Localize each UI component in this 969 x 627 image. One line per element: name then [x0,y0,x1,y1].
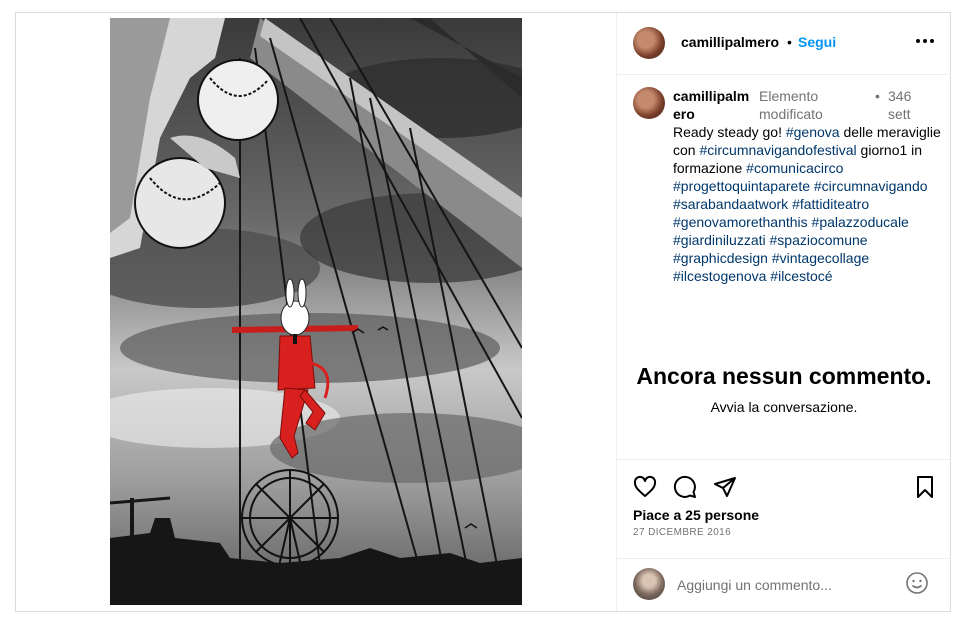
instagram-post: camillipalmero • Segui camillipalmero El… [15,12,951,612]
caption-avatar[interactable] [633,87,665,119]
post-photo[interactable] [110,18,522,605]
caption-age[interactable]: 346 sett [888,87,928,123]
add-comment-bar [617,558,951,612]
author-username[interactable]: camillipalmero [681,34,779,50]
hashtag-link[interactable]: #progettoquintaparete [673,178,810,194]
post-side-panel: camillipalmero • Segui camillipalmero El… [617,13,951,611]
hashtag-link[interactable]: #circumnavigandofestival [699,142,856,158]
hashtag-link[interactable]: #genovamorethanthis [673,214,808,230]
more-options-icon[interactable] [914,31,936,51]
post-header: camillipalmero • Segui [617,13,951,75]
likes-count[interactable]: Piace a 25 persone [633,507,759,523]
hashtag-link[interactable]: #palazzoducale [812,214,909,230]
hashtag-link[interactable]: #genova [786,124,840,140]
comment-icon[interactable] [673,475,697,499]
heart-icon[interactable] [633,475,657,499]
caption-intro: Ready steady go! [673,124,786,140]
hashtag-link[interactable]: #fattiditeatro [792,196,869,212]
send-icon[interactable] [713,475,737,499]
hashtag-link[interactable]: #circumnavigando [814,178,928,194]
hashtag-link[interactable]: #comunicacirco [746,160,843,176]
separator-dot: • [787,34,792,50]
caption-username[interactable]: camillipalmero [673,87,753,123]
bookmark-icon[interactable] [913,475,937,499]
start-conversation-text: Avvia la conversazione. [710,399,858,415]
collage-image [110,18,522,605]
hashtag-link[interactable]: #vintagecollage [772,250,869,266]
follow-button[interactable]: Segui [798,34,836,50]
caption-text: Ready steady go! #genova delle meravigli… [673,123,943,285]
hashtag-link[interactable]: #spaziocomune [770,232,868,248]
no-comments-title: Ancora nessun commento. [636,363,932,389]
hashtag-link[interactable]: #ilcestogenova [673,268,766,284]
edited-label: Elemento modificato [759,88,823,122]
hashtag-link[interactable]: #graphicdesign [673,250,768,266]
comment-input[interactable] [675,571,899,599]
post-media [16,13,617,611]
post-date[interactable]: 27 DICEMBRE 2016 [633,527,731,538]
hashtag-link[interactable]: #ilcestocé [770,268,832,284]
hashtag-link[interactable]: #giardiniluzzati [673,232,766,248]
caption-separator-dot: • [875,88,880,104]
emoji-icon[interactable] [905,571,929,595]
post-actions: Piace a 25 persone 27 DICEMBRE 2016 [617,459,951,560]
author-avatar[interactable] [633,27,665,59]
current-user-avatar [633,568,665,600]
hashtag-link[interactable]: #sarabandaatwork [673,196,788,212]
